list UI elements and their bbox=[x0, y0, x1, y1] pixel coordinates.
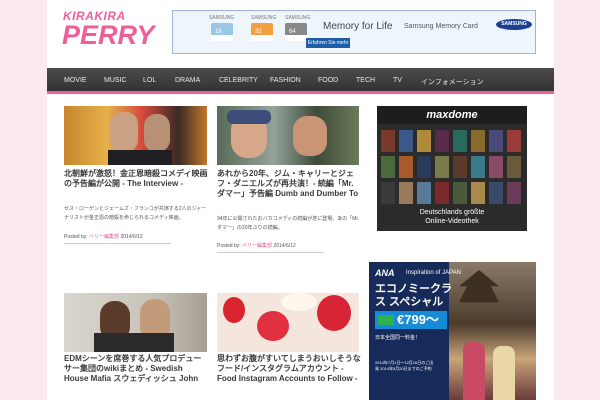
samsung-banner-ad[interactable]: SAMSUNG SAMSUNG SAMSUNG 16 32 64 Memory … bbox=[172, 10, 536, 54]
nav-item-music[interactable]: MUSIC bbox=[104, 77, 127, 84]
maxdome-ad[interactable]: maxdome Deutschlands größte Online-Video… bbox=[377, 106, 527, 231]
post-title[interactable]: 思わずお腹がすいてしまうおいしそうなフード/インスタグラムアカウント - Foo… bbox=[217, 354, 361, 384]
nav-item-tech[interactable]: TECH bbox=[356, 77, 375, 84]
meta-prefix: Posted by: bbox=[64, 234, 88, 240]
card-capacity: 32 bbox=[255, 29, 262, 35]
post-meta: Posted by: ペリー編集部 2014/6/12 bbox=[217, 242, 324, 253]
nav-item-tv[interactable]: TV bbox=[393, 77, 402, 84]
post-excerpt: セス・ローゲンとジェームズ・フランコが共演する2人のジャーナリストが金正恩の暗殺… bbox=[64, 206, 207, 221]
post-title[interactable]: 北朝鮮が激怒！金正恩暗殺コメディ映画の予告編が公開 - The Intervie… bbox=[64, 169, 208, 189]
post-excerpt: 94年に公開されたおバカコメディの続編が遂に登場。あの「Mr.ダマー」の20年ぶ… bbox=[217, 216, 360, 231]
ana-price: €799～ bbox=[375, 311, 447, 329]
post-thumbnail[interactable] bbox=[64, 293, 207, 352]
nav-item-lol[interactable]: LOL bbox=[143, 77, 156, 84]
kyoto-photo bbox=[449, 262, 536, 400]
ana-logo: ANA bbox=[375, 268, 395, 278]
nav-item-celebrity[interactable]: CELEBRITY bbox=[219, 77, 258, 84]
ana-subtext: 日本全国同一料金！ bbox=[375, 335, 421, 341]
ad-cta-button[interactable]: Erfahren Sie mehr bbox=[306, 38, 350, 48]
post-date: 2014/6/12 bbox=[273, 243, 296, 249]
post-meta: Posted by: ペリー編集部 2014/6/13 bbox=[64, 233, 171, 244]
post-author-link[interactable]: ペリー編集部 bbox=[89, 234, 119, 240]
card-brand-label: SAMSUNG bbox=[209, 15, 235, 21]
card-capacity: 64 bbox=[289, 29, 296, 35]
maxdome-logo: maxdome bbox=[377, 106, 527, 124]
post-title[interactable]: EDMシーンを席巻する人気プロデューサー集団のwikiまとめ - Swedish… bbox=[64, 354, 208, 384]
ana-ad[interactable]: ANA Inspiration of JAPAN エコノミークラス スペシャル … bbox=[369, 262, 536, 400]
post-author-link[interactable]: ペリー編集部 bbox=[242, 243, 272, 249]
post-title[interactable]: あれから20年、ジム・キャリーとジェフ・ダニエルズが再共演！- 続編「Mr.ダマ… bbox=[217, 169, 361, 199]
ad-product-name: Samsung Memory Card bbox=[404, 23, 478, 30]
tagline-line-1: Deutschlands größte bbox=[419, 209, 485, 216]
nav-item-fashion[interactable]: FASHION bbox=[270, 77, 301, 84]
post-thumbnail[interactable] bbox=[217, 106, 359, 165]
nav-item-information[interactable]: インフォメーション bbox=[421, 77, 484, 87]
meta-prefix: Posted by: bbox=[217, 243, 241, 249]
site-logo[interactable]: KIRAKIRA PERRY bbox=[62, 9, 163, 51]
movie-cover-grid bbox=[381, 130, 523, 205]
nav-item-drama[interactable]: DRAMA bbox=[175, 77, 200, 84]
maxdome-tagline: Deutschlands größte Online-Videothek bbox=[377, 208, 527, 226]
card-brand-label: SAMSUNG bbox=[251, 15, 277, 21]
ad-headline: Memory for Life bbox=[323, 21, 393, 32]
nav-item-food[interactable]: FOOD bbox=[318, 77, 338, 84]
samsung-logo: SAMSUNG bbox=[496, 19, 532, 30]
ana-headline: エコノミークラス スペシャル bbox=[375, 283, 452, 308]
page-margin-left bbox=[0, 0, 47, 400]
main-nav: MOVIE MUSIC LOL DRAMA CELEBRITY FASHION … bbox=[47, 68, 554, 94]
ticket-icon bbox=[378, 315, 394, 325]
tagline-line-2: Online-Videothek bbox=[425, 218, 479, 225]
nav-item-movie[interactable]: MOVIE bbox=[64, 77, 87, 84]
post-date: 2014/6/13 bbox=[120, 234, 143, 240]
page-margin-right bbox=[554, 0, 600, 400]
card-brand-label: SAMSUNG bbox=[285, 15, 311, 21]
post-thumbnail[interactable] bbox=[217, 293, 359, 352]
logo-line-2: PERRY bbox=[62, 20, 155, 50]
ana-note: 2014年7月1日～12月16日のご出発 2014年5月20日までのご予約 bbox=[375, 360, 434, 371]
post-thumbnail[interactable] bbox=[64, 106, 207, 165]
ana-inspiration: Inspiration of JAPAN bbox=[406, 270, 461, 276]
ana-price-value: €799～ bbox=[397, 312, 439, 327]
card-capacity: 16 bbox=[215, 29, 222, 35]
